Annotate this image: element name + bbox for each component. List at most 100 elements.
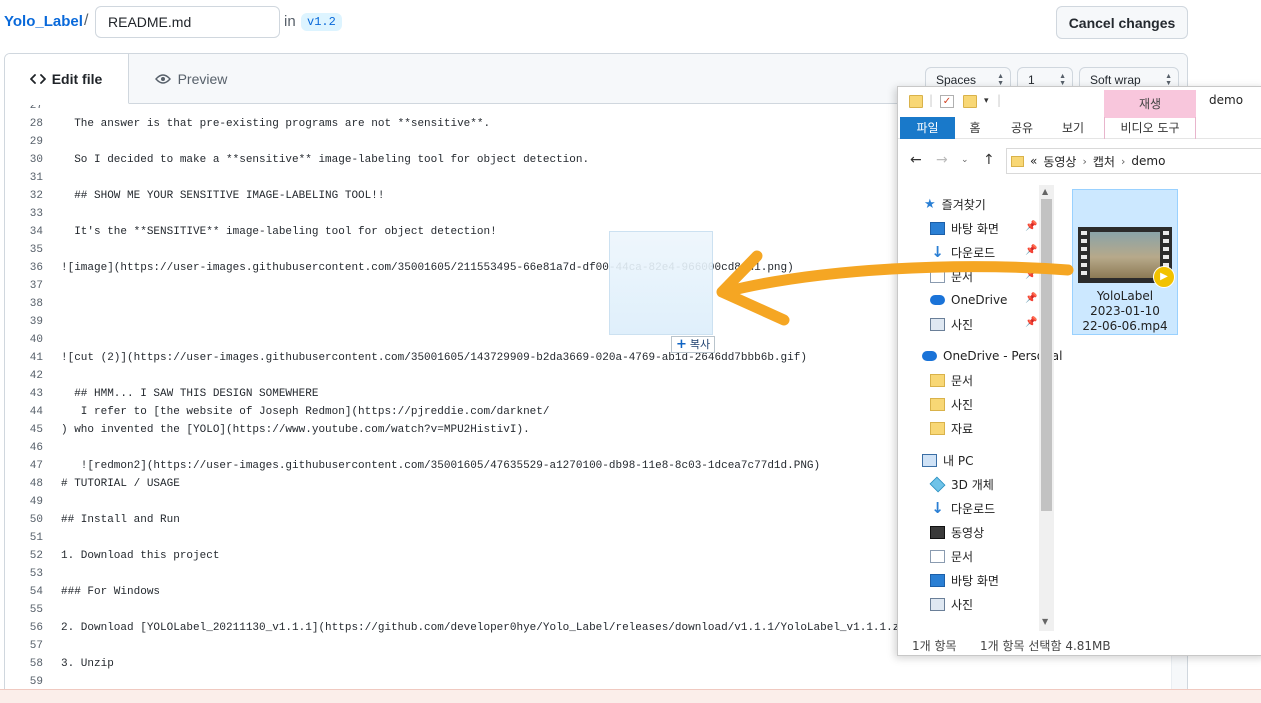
nav-label: 3D 개체 (951, 477, 994, 492)
nav-item-downloads[interactable]: ↓ 다운로드 (930, 241, 995, 263)
nav-quick-access[interactable]: ★ 즐겨찾기 (924, 193, 986, 215)
nav-item-videos[interactable]: 동영상 (930, 521, 984, 543)
document-icon (930, 549, 945, 563)
breadcrumb-captures[interactable]: 캡처 (1093, 153, 1115, 170)
path-separator: / (84, 12, 89, 29)
line-number: 47 (29, 460, 43, 472)
cancel-changes-button[interactable]: Cancel changes (1056, 6, 1188, 39)
nav-item-desktop[interactable]: 바탕 화면 (930, 217, 999, 239)
nav-item-od-pictures[interactable]: 사진 (930, 393, 973, 415)
navigation-bar: ← → ⌄ ↑ « 동영상 › 캡처 › demo (898, 145, 1261, 177)
cube-icon (929, 476, 946, 492)
download-icon: ↓ (931, 243, 944, 261)
line-text: # TUTORIAL / USAGE (61, 478, 180, 490)
new-folder-icon[interactable] (963, 95, 977, 108)
branch-badge: v1.2 (301, 13, 342, 31)
film-strip-icon (1081, 231, 1087, 279)
nav-item-pc-desktop[interactable]: 바탕 화면 (930, 569, 999, 591)
pin-icon[interactable]: 📌 (1025, 317, 1037, 328)
nav-label: 즐겨찾기 (941, 197, 986, 212)
nav-label: 다운로드 (951, 501, 996, 516)
nav-item-od-materials[interactable]: 자료 (930, 417, 973, 439)
play-context-tab[interactable]: 재생 (1104, 90, 1196, 118)
cloud-icon (930, 295, 945, 305)
drag-copy-tooltip: + 복사 (671, 336, 716, 353)
tab-edit-file[interactable]: Edit file (5, 54, 129, 104)
address-bar[interactable]: « 동영상 › 캡처 › demo (1006, 148, 1261, 174)
line-text: ) who invented the [YOLO](https://www.yo… (61, 424, 530, 436)
nav-item-pc-downloads[interactable]: ↓ 다운로드 (930, 497, 995, 519)
computer-icon (922, 453, 937, 467)
cloud-icon (922, 351, 937, 361)
line-number: 40 (29, 334, 43, 346)
line-number: 50 (29, 514, 43, 526)
tab-edit-label: Edit file (51, 70, 103, 87)
select-arrows-icon: ▲ ▼ (997, 73, 1004, 87)
code-icon (29, 73, 46, 84)
tab-preview-label: Preview (177, 71, 228, 87)
breadcrumb-demo[interactable]: demo (1131, 154, 1165, 168)
ribbon-tabs: 파일 홈 공유 보기 비디오 도구 (898, 117, 1261, 139)
nav-item-od-documents[interactable]: 문서 (930, 369, 973, 391)
forward-arrow-icon[interactable]: → (936, 152, 948, 168)
nav-label: 사진 (951, 397, 974, 412)
ribbon-tab-file[interactable]: 파일 (900, 117, 955, 139)
nav-label: 다운로드 (951, 245, 996, 260)
properties-icon[interactable]: ✓ (940, 95, 954, 108)
ribbon-tab-view[interactable]: 보기 (1055, 117, 1091, 139)
filename-input[interactable] (95, 6, 280, 38)
ribbon-tab-video-tools[interactable]: 비디오 도구 (1104, 117, 1196, 139)
document-icon (930, 269, 945, 283)
scroll-up-icon[interactable]: ▲ (1042, 187, 1048, 196)
wrap-mode-value: Soft wrap (1090, 73, 1141, 87)
folder-icon (930, 397, 945, 411)
video-frame-image (1090, 232, 1160, 278)
navigation-pane: ★ 즐겨찾기 바탕 화면 📌 ↓ 다운로드 📌 문서 📌 OneDrive 📌 … (898, 191, 1062, 627)
nav-label: 문서 (951, 549, 974, 564)
line-number: 57 (29, 640, 43, 652)
customize-dropdown-icon[interactable]: ▾ (984, 96, 989, 106)
scrollbar-thumb[interactable] (1041, 199, 1052, 511)
tab-preview[interactable]: Preview (131, 54, 251, 104)
pin-icon[interactable]: 📌 (1025, 293, 1037, 304)
pin-icon[interactable]: 📌 (1025, 221, 1037, 232)
line-text: The answer is that pre-existing programs… (61, 118, 491, 130)
breadcrumb-overflow[interactable]: « (1030, 154, 1037, 168)
selection-info: 1개 항목 선택함 4.81MB (980, 639, 1111, 653)
repo-link[interactable]: Yolo_Label (4, 13, 83, 30)
nav-pane-scrollbar[interactable]: ▲ ▼ (1039, 185, 1054, 631)
nav-item-pictures[interactable]: 사진 (930, 313, 973, 335)
folder-icon[interactable] (909, 95, 923, 108)
quick-access-toolbar: | ✓ ▾ | 재생 demo (898, 87, 1261, 118)
line-number: 49 (29, 496, 43, 508)
line-text: 2. Download [YOLOLabel_20211130_v1.1.1](… (61, 622, 920, 634)
up-arrow-icon[interactable]: ↑ (983, 152, 995, 168)
ribbon-tab-home[interactable]: 홈 (960, 117, 990, 139)
nav-item-pc-pictures[interactable]: 사진 (930, 593, 973, 615)
chevron-right-icon[interactable]: › (1121, 155, 1125, 168)
toolbar-divider: | (997, 93, 1002, 107)
nav-item-pc-documents[interactable]: 문서 (930, 545, 973, 567)
file-item-video[interactable]: ▶ YoloLabel 2023-01-10 22-06-06.mp4 (1072, 189, 1178, 335)
desktop-icon (930, 221, 945, 235)
nav-label: 바탕 화면 (951, 221, 999, 236)
in-label: in (284, 13, 296, 30)
pin-icon[interactable]: 📌 (1025, 245, 1037, 256)
pin-icon[interactable]: 📌 (1025, 269, 1037, 280)
nav-label: OneDrive (951, 293, 1008, 307)
nav-this-pc[interactable]: 내 PC (922, 449, 973, 471)
line-number: 34 (29, 226, 43, 238)
back-arrow-icon[interactable]: ← (910, 152, 922, 168)
line-number: 29 (29, 136, 43, 148)
code-line[interactable]: 58 3. Unzip (5, 655, 1171, 673)
ribbon-tab-share[interactable]: 공유 (1004, 117, 1040, 139)
recent-dropdown-icon[interactable]: ⌄ (961, 155, 969, 165)
nav-item-documents[interactable]: 문서 (930, 265, 973, 287)
line-number: 51 (29, 532, 43, 544)
nav-item-3d-objects[interactable]: 3D 개체 (929, 473, 994, 495)
scroll-down-icon[interactable]: ▼ (1042, 617, 1048, 626)
chevron-right-icon[interactable]: › (1082, 155, 1086, 168)
nav-item-onedrive[interactable]: OneDrive (930, 289, 1007, 311)
breadcrumb-videos[interactable]: 동영상 (1043, 153, 1076, 170)
line-text: 3. Unzip (61, 658, 114, 670)
